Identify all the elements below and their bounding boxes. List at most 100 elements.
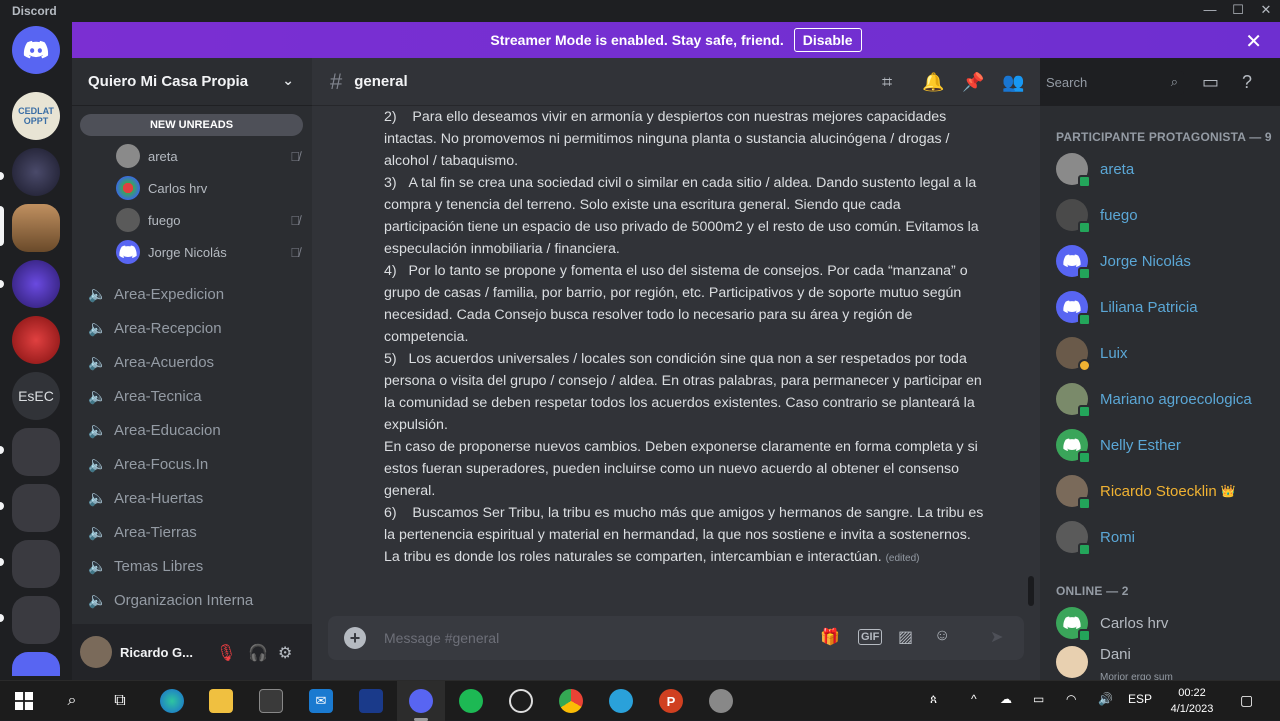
chevron-up-icon[interactable]: ^ <box>971 692 977 706</box>
pin-icon[interactable]: 📌 <box>962 72 984 93</box>
file-explorer-icon[interactable] <box>209 689 233 713</box>
powerpoint-icon[interactable]: P <box>659 689 683 713</box>
voice-user-name: fuego <box>148 212 181 228</box>
sticker-icon[interactable]: ▨ <box>898 627 913 647</box>
banner-text: Streamer Mode is enabled. Stay safe, fri… <box>490 32 784 48</box>
channel-area-educacion[interactable]: 🔈 Area-Educacion <box>80 414 304 446</box>
new-unreads-bar[interactable]: NEW UNREADS <box>80 114 303 136</box>
member-item[interactable]: Liliana Patricia <box>1056 287 1276 327</box>
channel-area-huertas[interactable]: 🔈 Area-Huertas <box>80 482 304 514</box>
gear-icon[interactable]: ⚙ <box>278 643 292 663</box>
channel-area-focus-in[interactable]: 🔈 Area-Focus.In <box>80 448 304 480</box>
edge-icon[interactable] <box>160 689 184 713</box>
server-triangle[interactable] <box>12 260 60 308</box>
gift-icon[interactable]: 🎁 <box>820 627 840 647</box>
channel-area-recepcion[interactable]: 🔈 Area-Recepcion <box>80 312 304 344</box>
mic-muted-icon[interactable]: 🎙 <box>216 643 236 663</box>
emoji-icon[interactable]: ☺ <box>934 627 950 645</box>
task-view-icon[interactable]: ⧉ <box>108 689 132 713</box>
server-galaxy[interactable] <box>12 148 60 196</box>
member-item[interactable]: Dani Morior ergo sum <box>1056 646 1276 683</box>
message-input[interactable] <box>384 626 804 650</box>
guild-header[interactable]: Quiero Mi Casa Propia ⌄ <box>72 58 312 106</box>
channel-area-tecnica[interactable]: 🔈 Area-Tecnica <box>80 380 304 412</box>
server-folder-2[interactable] <box>12 484 60 532</box>
chrome-icon[interactable] <box>559 689 583 713</box>
server-folder-1[interactable] <box>12 428 60 476</box>
people-icon[interactable]: ጰ <box>930 692 937 707</box>
maximize-button[interactable]: ☐ <box>1224 2 1252 20</box>
server-esec[interactable]: EsEC <box>12 372 60 420</box>
notifications-icon[interactable]: ▢ <box>1240 692 1253 709</box>
cloud-icon[interactable]: ☁ <box>1000 692 1012 706</box>
app-title: Discord <box>12 4 57 18</box>
member-item[interactable]: areta <box>1056 149 1276 189</box>
minimize-button[interactable]: — <box>1196 2 1224 20</box>
member-item[interactable]: Mariano agroecologica <box>1056 379 1276 419</box>
server-casa[interactable] <box>12 204 60 252</box>
clock-app-icon[interactable] <box>509 689 533 713</box>
voice-user[interactable]: Jorge Nicolás 🎙̸ <box>116 238 300 266</box>
close-icon[interactable]: ✕ <box>1245 29 1262 54</box>
app-icon[interactable] <box>709 689 733 713</box>
channel-organizacion-interna[interactable]: 🔈 Organizacion Interna <box>80 584 304 616</box>
voice-user[interactable]: Carlos hrv <box>116 174 296 202</box>
member-item[interactable]: Nelly Esther <box>1056 425 1276 465</box>
scrollbar[interactable] <box>1028 576 1034 606</box>
voice-user[interactable]: fuego 🎙̸ <box>116 206 300 234</box>
avatar[interactable] <box>80 636 112 668</box>
member-item[interactable]: fuego <box>1056 195 1276 235</box>
server-folder-5[interactable] <box>12 652 60 676</box>
store-icon[interactable] <box>259 689 283 713</box>
status-online-icon <box>1078 451 1091 464</box>
current-username[interactable]: Ricardo G... <box>120 645 193 660</box>
discord-home-icon[interactable] <box>12 26 60 74</box>
app-icon[interactable] <box>359 689 383 713</box>
channel-label: Area-Educacion <box>114 421 221 439</box>
disable-button[interactable]: Disable <box>793 28 862 52</box>
discord-taskbar-icon[interactable] <box>409 689 433 713</box>
send-icon[interactable]: ➤ <box>990 627 1003 647</box>
member-name: Romi <box>1100 528 1136 546</box>
mic-muted-icon: 🎙̸ <box>290 148 300 164</box>
close-window-button[interactable]: ✕ <box>1252 2 1280 20</box>
help-icon[interactable]: ? <box>1242 72 1252 93</box>
mail-icon[interactable]: ✉ <box>309 689 333 713</box>
member-item[interactable]: Luix <box>1056 333 1276 373</box>
member-item[interactable]: Carlos hrv <box>1056 603 1276 643</box>
add-attachment-button[interactable]: + <box>344 627 366 649</box>
spotify-icon[interactable] <box>459 689 483 713</box>
channel-area-tierras[interactable]: 🔈 Area-Tierras <box>80 516 304 548</box>
language-indicator[interactable]: ESP <box>1128 692 1152 706</box>
members-icon[interactable]: 👥 <box>1002 72 1024 93</box>
server-cedlat[interactable]: CEDLAT OPPT <box>12 92 60 140</box>
inbox-icon[interactable]: ▭ <box>1202 72 1219 93</box>
system-clock[interactable]: 00:22 4/1/2023 <box>1162 685 1222 717</box>
member-item[interactable]: Jorge Nicolás <box>1056 241 1276 281</box>
server-folder-3[interactable] <box>12 540 60 588</box>
channel-label: Area-Tecnica <box>114 387 202 405</box>
member-item[interactable]: Romi <box>1056 517 1276 557</box>
wifi-icon[interactable]: ◠ <box>1066 692 1076 706</box>
bell-icon[interactable]: 🔔 <box>922 72 944 93</box>
voice-user[interactable]: areta 🎙̸ <box>116 142 300 170</box>
channel-header: # general ⌗ 🔔 📌 👥 Search ⌕ ▭ ? <box>312 58 1252 106</box>
member-item[interactable]: Ricardo Stoecklin 👑 <box>1056 471 1276 511</box>
headset-icon[interactable]: 🎧 <box>248 643 268 663</box>
telegram-icon[interactable] <box>609 689 633 713</box>
server-folder-4[interactable] <box>12 596 60 644</box>
search-icon[interactable]: ⌕ <box>60 689 84 713</box>
battery-icon[interactable]: ▭ <box>1033 692 1044 706</box>
channel-label: Area-Acuerdos <box>114 353 215 371</box>
threads-icon[interactable]: ⌗ <box>882 72 892 93</box>
channel-area-acuerdos[interactable]: 🔈 Area-Acuerdos <box>80 346 304 378</box>
volume-icon[interactable]: 🔊 <box>1098 692 1113 706</box>
server-spiral[interactable] <box>12 316 60 364</box>
channel-temas-libres[interactable]: 🔈 Temas Libres <box>80 550 304 582</box>
search-input[interactable]: Search ⌕ <box>1040 71 1184 95</box>
member-name: Mariano agroecologica <box>1100 390 1252 408</box>
message-text: 2) Para ello deseamos vivir en armonía y… <box>384 109 950 169</box>
gif-button[interactable]: GIF <box>858 629 883 645</box>
channel-area-expedicion[interactable]: 🔈 Area-Expedicion <box>80 278 304 310</box>
windows-start-icon[interactable] <box>12 689 36 713</box>
